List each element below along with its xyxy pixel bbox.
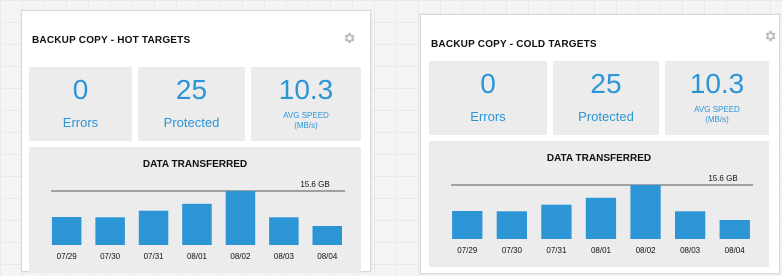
gear-icon[interactable] (763, 29, 777, 43)
stat-value: 0 (72, 74, 89, 105)
x-tick-label: 08/03 (274, 252, 295, 261)
gear-icon[interactable] (342, 31, 356, 45)
x-tick-label: 08/01 (187, 252, 208, 261)
stat-protected[interactable]: 25 Protected (553, 61, 659, 135)
bar[interactable] (269, 217, 299, 245)
bar[interactable] (675, 211, 706, 239)
panel-cold-targets: BACKUP COPY - COLD TARGETS 0 Errors 25 P… (420, 14, 780, 274)
peak-label: 15.6 GB (708, 174, 737, 183)
bar[interactable] (138, 210, 169, 245)
x-tick-label: 07/29 (457, 246, 478, 255)
stat-label: Protected (578, 109, 634, 124)
stat-label: AVG SPEED (MB/s) (665, 105, 769, 125)
x-tick-label: 08/02 (636, 246, 657, 255)
bar[interactable] (95, 217, 125, 245)
stat-value: 25 (175, 74, 208, 105)
stat-errors[interactable]: 0 Errors (29, 67, 132, 141)
bar[interactable] (182, 203, 212, 245)
x-tick-label: 08/03 (680, 246, 701, 255)
chart-svg: 15.6 GB 07/29 07/30 07/31 08/01 08/02 08/03 08/… (451, 174, 753, 255)
stat-label: Errors (470, 109, 506, 124)
bar[interactable] (719, 220, 750, 239)
data-transferred-chart: DATA TRANSFERRED 15.6 GB 07/29 07/30 07/31 0… (29, 147, 361, 273)
stat-label-line2: (MB/s) (705, 115, 729, 124)
stat-value: 10.3 (689, 68, 745, 99)
bar[interactable] (541, 204, 572, 239)
bar[interactable] (452, 211, 483, 239)
x-tick-label: 07/31 (144, 252, 165, 261)
stat-label: Protected (163, 115, 220, 130)
x-tick-label: 08/02 (230, 252, 251, 261)
stat-avg-speed[interactable]: 10.3 AVG SPEED (MB/s) (251, 67, 361, 141)
bar[interactable] (496, 211, 527, 239)
panel-header: BACKUP COPY - COLD TARGETS (421, 15, 779, 55)
panel-header: BACKUP COPY - HOT TARGETS (22, 11, 370, 51)
bar[interactable] (312, 226, 343, 245)
stat-value: 10.3 (278, 74, 334, 105)
peak-label: 15.6 GB (300, 180, 329, 189)
x-tick-label: 07/30 (100, 252, 121, 261)
chart-svg: 15.6 GB 07/29 07/30 07/31 08/01 08/02 08/03 08/… (51, 180, 345, 261)
panel-hot-targets: BACKUP COPY - HOT TARGETS 0 Errors 25 Pr… (21, 10, 371, 273)
x-tick-label: 08/01 (591, 246, 612, 255)
stat-protected[interactable]: 25 Protected (138, 67, 245, 141)
stat-label: Errors (62, 115, 99, 130)
x-tick-label: 07/31 (546, 246, 567, 255)
stat-errors[interactable]: 0 Errors (429, 61, 547, 135)
x-tick-label: 08/04 (317, 252, 338, 261)
x-tick-label: 07/30 (502, 246, 523, 255)
panel-title: BACKUP COPY - HOT TARGETS (32, 35, 191, 46)
stat-label-line1: AVG SPEED (283, 111, 329, 120)
stat-value: 25 (590, 68, 622, 99)
x-tick-label: 07/29 (57, 252, 78, 261)
bar[interactable] (585, 197, 617, 239)
panel-title: BACKUP COPY - COLD TARGETS (431, 39, 597, 50)
stat-label-line2: (MB/s) (294, 121, 318, 130)
bar[interactable] (630, 185, 661, 239)
stat-value: 0 (480, 68, 496, 99)
stat-label-line1: AVG SPEED (694, 105, 740, 114)
stat-avg-speed[interactable]: 10.3 AVG SPEED (MB/s) (665, 61, 769, 135)
x-tick-label: 08/04 (725, 246, 746, 255)
bar[interactable] (225, 191, 256, 245)
data-transferred-chart: DATA TRANSFERRED 15.6 GB 07/29 07/30 07/31 0… (429, 141, 769, 267)
stat-label: AVG SPEED (MB/s) (251, 111, 361, 131)
bar[interactable] (51, 217, 82, 245)
